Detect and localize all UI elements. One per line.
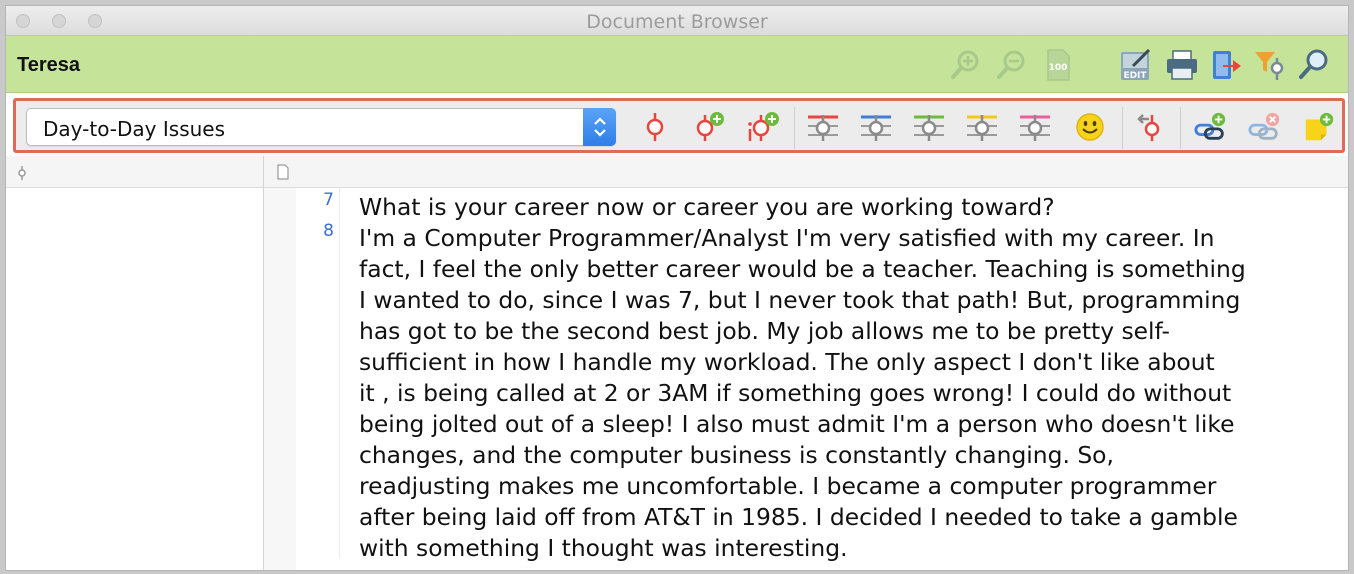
coding-toolbar: Day-to-Day Issues <box>13 98 1345 153</box>
document-browser-window: Document Browser Teresa 100 EDIT Day-to-… <box>5 5 1349 571</box>
paragraph-number: 7 <box>323 190 334 210</box>
title-bar: Document Browser <box>6 6 1348 36</box>
print-icon[interactable] <box>1164 47 1200 83</box>
paragraph-line: sufficient in how I handle my workload. … <box>359 348 1215 376</box>
code-selector[interactable]: Day-to-Day Issues <box>26 108 616 146</box>
document-name: Teresa <box>17 54 81 76</box>
gutter <box>264 188 296 570</box>
link-new-icon[interactable] <box>1194 110 1228 144</box>
in-vivo-code-icon[interactable] <box>746 110 780 144</box>
toolbar-separator <box>1122 107 1123 149</box>
paragraph-line: readjusting makes me uncomfortable. I be… <box>359 472 1217 500</box>
document-header: Teresa 100 EDIT <box>6 36 1348 93</box>
paragraph-number: 8 <box>323 221 334 241</box>
paragraph-line: after being laid off from AT&T in 1985. … <box>359 503 1238 531</box>
edit-icon[interactable]: EDIT <box>1118 47 1154 83</box>
code-icon[interactable] <box>638 110 672 144</box>
paragraph-number-column <box>296 188 340 558</box>
code-stripes-pane[interactable] <box>6 188 263 570</box>
highlight-blue-icon[interactable] <box>859 110 893 144</box>
highlight-red-icon[interactable] <box>806 110 840 144</box>
link-delete-icon[interactable] <box>1248 110 1282 144</box>
window-title: Document Browser <box>586 11 768 33</box>
code-column-icon <box>16 165 28 186</box>
document-text[interactable]: What is your career now or career you ar… <box>359 192 1344 564</box>
export-icon[interactable] <box>1208 47 1244 83</box>
svg-text:100: 100 <box>1049 63 1068 73</box>
paragraph-line: I'm a Computer Programmer/Analyst I'm ve… <box>359 224 1215 252</box>
paragraph-line: changes, and the computer business is co… <box>359 441 1114 469</box>
column-header <box>6 156 1348 188</box>
paragraph-line: being jolted out of a sleep! I also must… <box>359 410 1235 438</box>
memo-new-icon[interactable] <box>1302 110 1336 144</box>
paragraph-line: What is your career now or career you ar… <box>359 193 1055 221</box>
undo-code-icon[interactable] <box>1134 110 1168 144</box>
search-icon[interactable] <box>1296 47 1332 83</box>
zoom-100-icon[interactable]: 100 <box>1040 47 1076 83</box>
filter-icon[interactable] <box>1252 47 1288 83</box>
paragraph-line: with something I thought was interesting… <box>359 534 848 562</box>
chevron-updown-icon[interactable] <box>583 108 616 146</box>
paragraph-line: it , is being called at 2 or 3AM if some… <box>359 379 1232 407</box>
highlight-magenta-icon[interactable] <box>1018 110 1052 144</box>
highlight-green-icon[interactable] <box>912 110 946 144</box>
paragraph-line: has got to be the second best job. My jo… <box>359 317 1170 345</box>
zoom-out-icon[interactable] <box>994 47 1030 83</box>
paragraph-line: fact, I feel the only better career woul… <box>359 255 1246 283</box>
toolbar-separator <box>1180 107 1181 149</box>
code-selector-value: Day-to-Day Issues <box>43 117 226 141</box>
code-new-icon[interactable] <box>692 110 726 144</box>
paragraph-line: I wanted to do, since I was 7, but I nev… <box>359 286 1241 314</box>
toolbar-separator <box>794 107 795 149</box>
emoticon-icon[interactable] <box>1073 110 1107 144</box>
document-column-icon <box>277 164 289 185</box>
highlight-yellow-icon[interactable] <box>965 110 999 144</box>
svg-text:EDIT: EDIT <box>1123 71 1147 81</box>
zoom-in-icon[interactable] <box>948 47 984 83</box>
